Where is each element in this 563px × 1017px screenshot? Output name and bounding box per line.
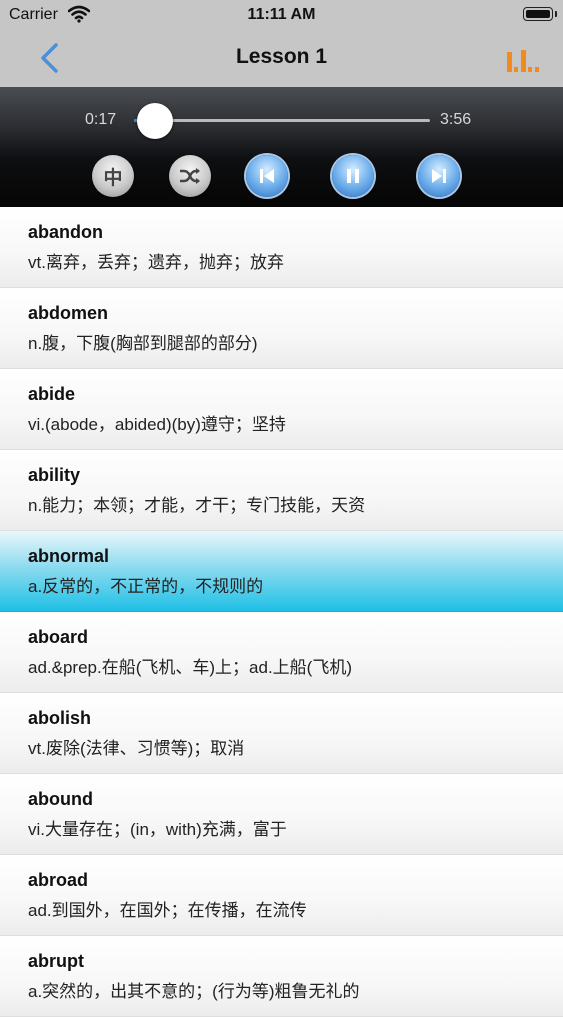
word-definition: ad.&prep.在船(飞机、车)上；ad.上船(飞机)	[28, 658, 352, 677]
word-row[interactable]: ability n.能力；本领；才能，才干；专门技能，天资	[0, 450, 563, 531]
navigation-bar: Lesson 1	[0, 30, 563, 87]
shuffle-icon	[180, 168, 200, 184]
word-text: aboard	[28, 627, 89, 647]
word-definition: vi.(abode，abided)(by)遵守；坚持	[28, 415, 286, 434]
word-text: abide	[28, 384, 76, 404]
skip-previous-icon	[260, 169, 274, 183]
word-definition: vi.大量存在；(in，with)充满，富于	[28, 820, 287, 839]
word-row[interactable]: abrupt a.突然的，出其不意的；(行为等)粗鲁无礼的	[0, 936, 563, 1017]
word-row[interactable]: abdomen n.腹，下腹(胸部到腿部的部分)	[0, 288, 563, 369]
total-time: 3:56	[440, 111, 472, 128]
battery-icon	[523, 7, 557, 21]
audio-player: 0:17 3:56 中	[0, 87, 563, 207]
word-text: abnormal	[28, 546, 110, 566]
next-button[interactable]	[418, 155, 460, 197]
skip-next-icon	[432, 169, 446, 183]
page-title: Lesson 1	[235, 45, 328, 68]
slider-thumb[interactable]	[137, 103, 174, 139]
word-row[interactable]: abandon vt.离弃，丢弃；遗弃，抛弃；放弃	[0, 207, 563, 288]
word-text: ability	[28, 465, 81, 485]
word-definition: a.突然的，出其不意的；(行为等)粗鲁无礼的	[28, 982, 360, 1001]
current-time: 0:17	[85, 111, 117, 128]
word-definition: ad.到国外，在国外；在传播，在流传	[28, 901, 307, 920]
chinese-mode-button[interactable]: 中	[92, 155, 134, 197]
word-row[interactable]: abnormal a.反常的，不正常的，不规则的	[0, 531, 563, 612]
word-text: abandon	[28, 222, 103, 242]
shuffle-button[interactable]	[169, 155, 211, 197]
pause-icon	[347, 169, 359, 183]
word-row[interactable]: abound vi.大量存在；(in，with)充满，富于	[0, 774, 563, 855]
progress-slider[interactable]	[134, 103, 430, 139]
status-bar: Carrier 11:11 AM	[0, 0, 563, 30]
stats-button[interactable]	[505, 44, 541, 76]
previous-button[interactable]	[246, 155, 288, 197]
word-definition: a.反常的，不正常的，不规则的	[28, 577, 264, 596]
pause-button[interactable]	[332, 155, 374, 197]
word-text: abolish	[28, 708, 92, 728]
word-definition: vt.离弃，丢弃；遗弃，抛弃；放弃	[28, 253, 284, 272]
word-list: abandon vt.离弃，丢弃；遗弃，抛弃；放弃 abdomen n.腹，下腹(胸部…	[0, 207, 563, 1017]
word-text: abdomen	[28, 303, 109, 323]
chinese-mode-label: 中	[103, 167, 123, 189]
word-row[interactable]: abroad ad.到国外，在国外；在传播，在流传	[0, 855, 563, 936]
word-definition: n.腹，下腹(胸部到腿部的部分)	[28, 334, 258, 353]
word-row[interactable]: abolish vt.废除(法律、习惯等)；取消	[0, 693, 563, 774]
clock: 11:11 AM	[247, 6, 316, 23]
word-text: abroad	[28, 870, 89, 890]
word-row[interactable]: aboard ad.&prep.在船(飞机、车)上；ad.上船(飞机)	[0, 612, 563, 693]
word-definition: vt.废除(法律、习惯等)；取消	[28, 739, 245, 758]
bar-chart-icon	[507, 50, 539, 72]
word-text: abound	[28, 789, 93, 809]
word-definition: n.能力；本领；才能，才干；专门技能，天资	[28, 496, 366, 515]
word-text: abrupt	[28, 951, 84, 971]
word-row[interactable]: abide vi.(abode，abided)(by)遵守；坚持	[0, 369, 563, 450]
